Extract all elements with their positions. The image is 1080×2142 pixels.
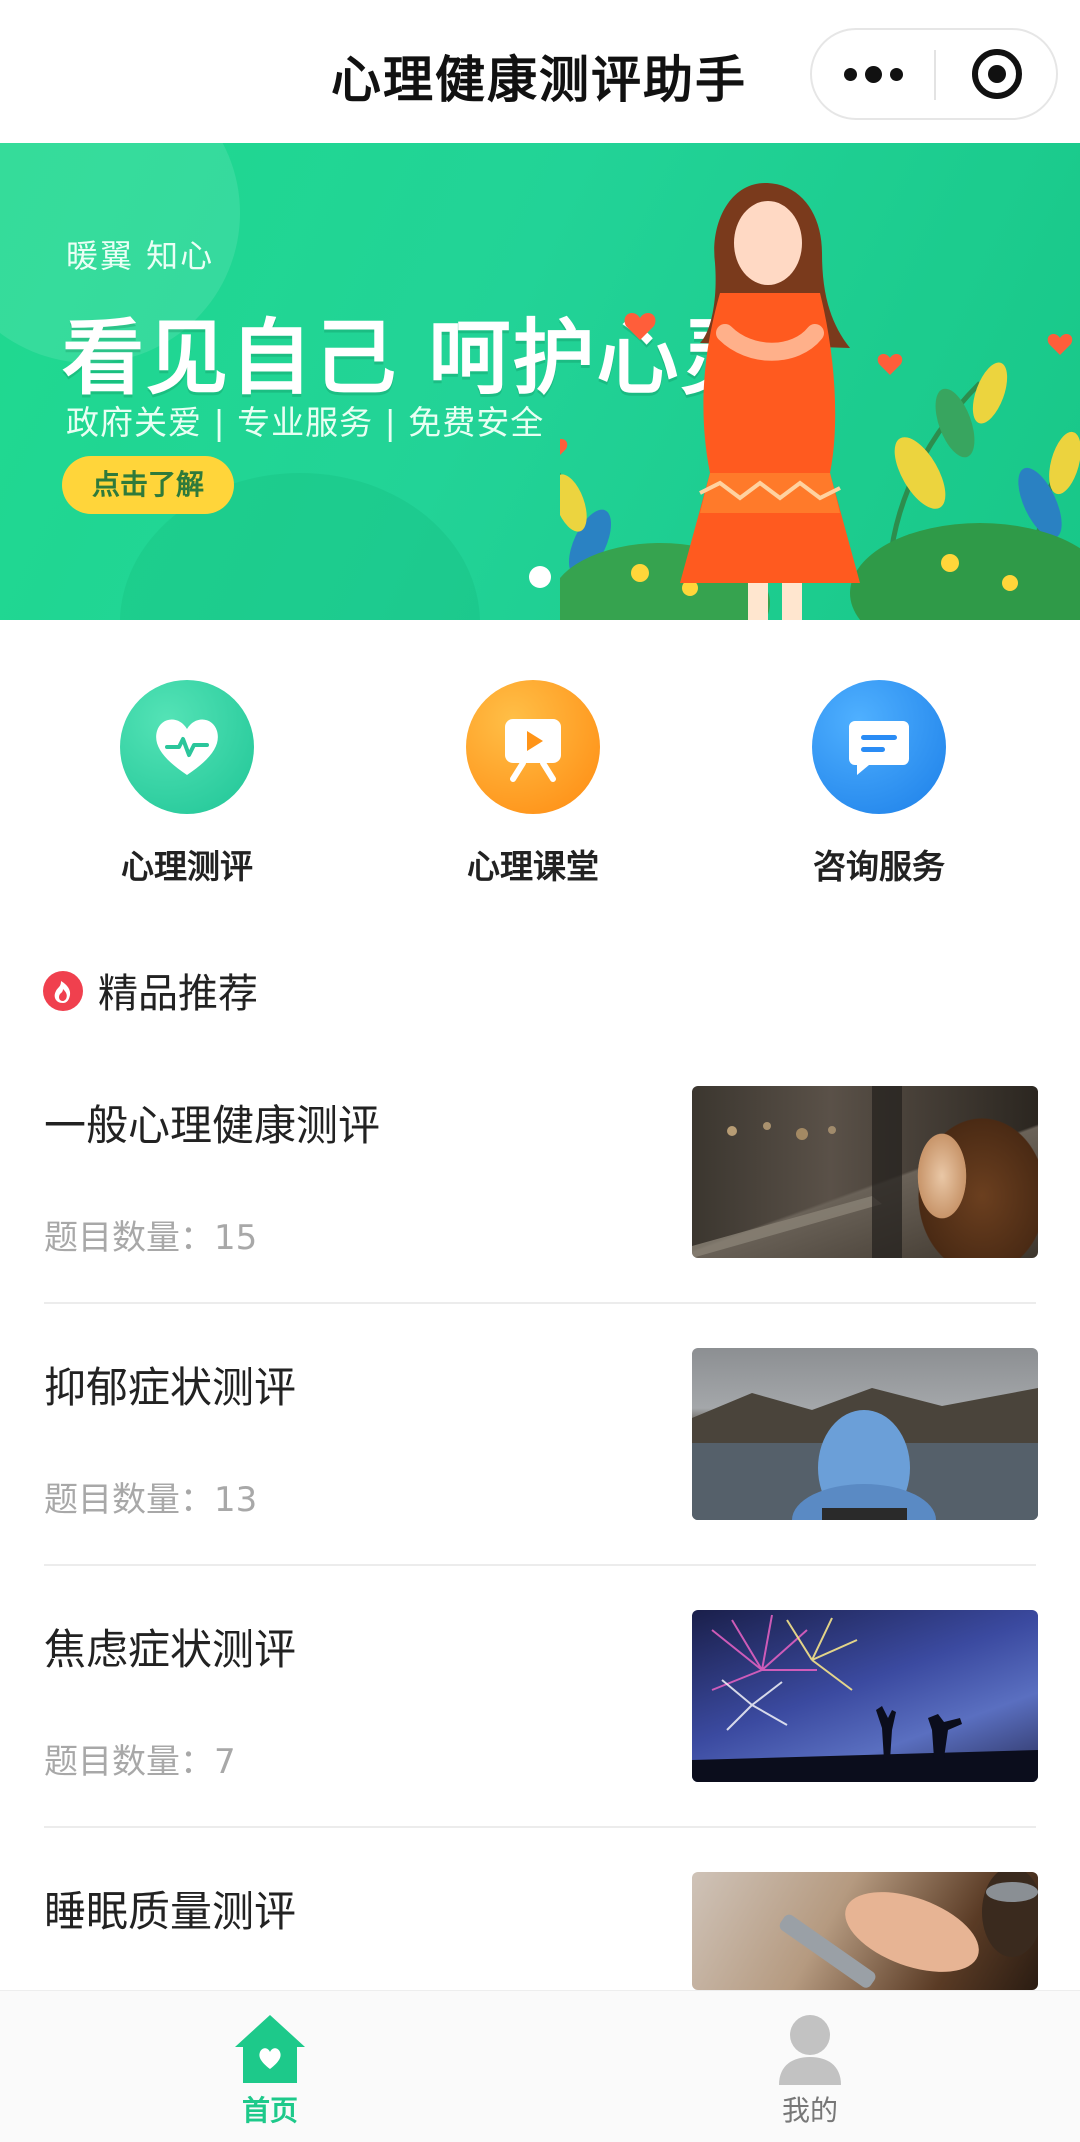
assessment-title: 抑郁症状测评 — [44, 1363, 297, 1412]
question-count: 题目数量：7 — [44, 1742, 236, 1782]
list-item[interactable]: 抑郁症状测评 题目数量：13 — [44, 1332, 1038, 1594]
assessment-title: 焦虑症状测评 — [44, 1625, 297, 1674]
bottom-tab-bar: 首页 我的 — [0, 1990, 1080, 2142]
target-close-icon[interactable] — [936, 30, 1058, 118]
heart-pulse-icon — [120, 680, 254, 814]
section-header: 精品推荐 — [42, 960, 258, 1020]
divider — [44, 1564, 1036, 1566]
quick-entry-grid: 心理测评 心理课堂 咨询服务 — [0, 680, 1080, 900]
entry-psych-assessment[interactable]: 心理测评 — [57, 680, 317, 888]
banner-tags: 政府关爱 | 专业服务 | 免费安全 — [66, 403, 545, 442]
entry-label: 咨询服务 — [813, 847, 945, 886]
divider — [44, 1302, 1036, 1304]
list-item[interactable]: 一般心理健康测评 题目数量：15 — [44, 1070, 1038, 1332]
mini-program-capsule — [810, 28, 1058, 120]
entry-label: 心理课堂 — [467, 847, 599, 886]
home-icon — [170, 2001, 370, 2087]
question-count: 题目数量：13 — [44, 1480, 258, 1520]
assessment-title: 一般心理健康测评 — [44, 1101, 381, 1150]
entry-consult-service[interactable]: 咨询服务 — [749, 680, 1009, 888]
tab-mine[interactable]: 我的 — [710, 2001, 910, 2129]
video-play-board-icon — [466, 680, 600, 814]
chat-bubble-icon — [812, 680, 946, 814]
navigation-bar: 心理健康测评助手 — [0, 0, 1080, 143]
entry-label: 心理测评 — [121, 847, 253, 886]
promo-banner[interactable]: 暖翼 知心 看见自己 呵护心灵 政府关爱 | 专业服务 | 免费安全 点击了解 — [0, 143, 1080, 620]
tab-home[interactable]: 首页 — [170, 2001, 370, 2129]
question-count: 题目数量：15 — [44, 1218, 258, 1258]
fireworks-silhouettes-photo — [692, 1610, 1038, 1782]
banner-indicator-dot[interactable] — [529, 566, 551, 588]
banner-subtitle: 暖翼 知心 — [66, 237, 215, 275]
hand-phone-coffee-photo — [692, 1872, 1038, 1990]
list-item[interactable]: 焦虑症状测评 题目数量：7 — [44, 1594, 1038, 1856]
hooded-person-lake-photo — [692, 1348, 1038, 1520]
learn-more-button[interactable]: 点击了解 — [62, 456, 234, 514]
girl-illustration — [560, 183, 1080, 620]
user-profile-icon — [710, 2001, 910, 2087]
assessment-title: 睡眠质量测评 — [44, 1887, 297, 1936]
woman-by-window-photo — [692, 1086, 1038, 1258]
section-title: 精品推荐 — [98, 971, 258, 1017]
divider — [44, 1826, 1036, 1828]
fire-icon — [43, 971, 83, 1011]
entry-psych-classroom[interactable]: 心理课堂 — [403, 680, 663, 888]
tab-label: 首页 — [241, 2094, 298, 2127]
tab-label: 我的 — [781, 2094, 838, 2127]
more-dots-icon[interactable] — [812, 30, 934, 118]
